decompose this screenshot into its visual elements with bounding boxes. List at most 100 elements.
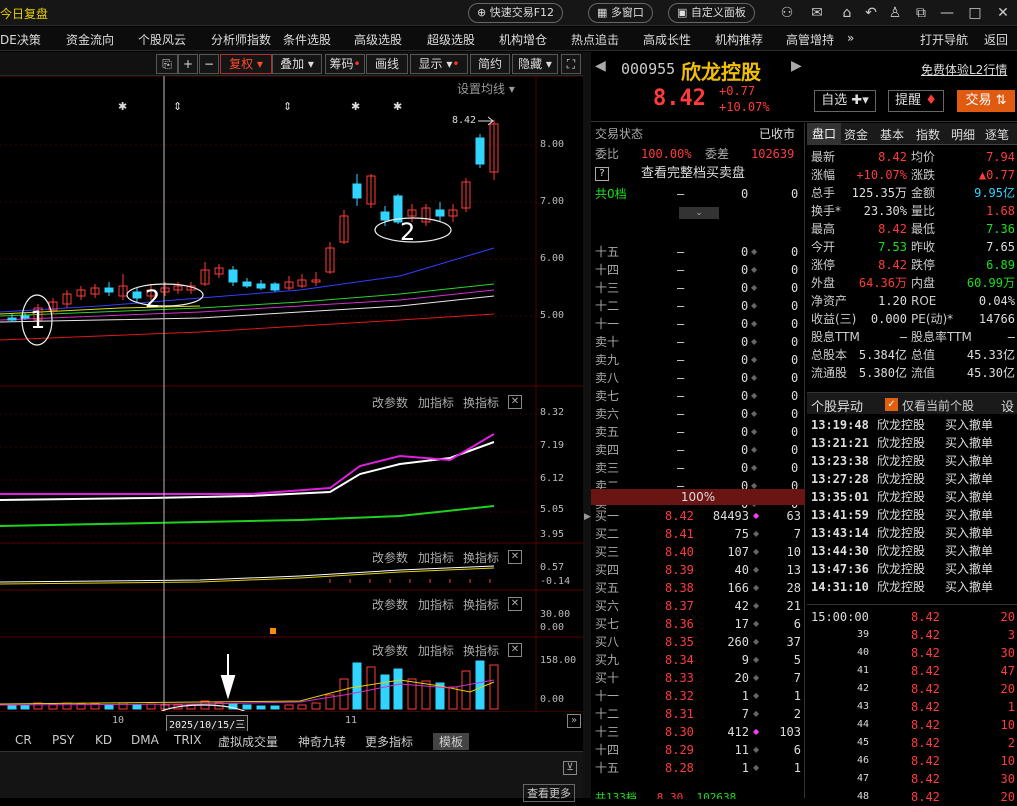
buy-level-row[interactable]: 买九 8.34 9 ◆ 5 (591, 651, 805, 669)
change-params-link[interactable]: 改参数 (372, 642, 408, 659)
view-more-button[interactable]: 查看更多 (523, 784, 575, 802)
sell-level-row[interactable]: 卖三 —0 ◆ 0 (591, 459, 805, 477)
sell-level-row[interactable]: 卖七 —0 ◆ 0 (591, 387, 805, 405)
sell-level-row[interactable]: 十四 —0 ◆ 0 (591, 261, 805, 279)
menu-item[interactable]: 条件选股 (283, 31, 331, 48)
mover-row[interactable]: 13:27:28 欣龙控股 买入撤单 (811, 470, 1017, 488)
prev-stock-icon[interactable]: ◀ (595, 58, 606, 74)
tab-detail[interactable]: 明细 (951, 126, 975, 143)
mail-icon[interactable]: ✉ (808, 4, 826, 22)
lock-icon[interactable]: ⎘ (156, 54, 178, 74)
menu-item[interactable]: 资金流向 (66, 31, 114, 48)
buy-level-row[interactable]: 买二 8.41 75 ◆ 7 (591, 525, 805, 543)
menu-item[interactable]: 返回 (984, 31, 1008, 48)
buy-level-row[interactable]: 十一 8.32 1 ◆ 1 (591, 687, 805, 705)
sell-level-row[interactable]: 卖五 —0 ◆ 0 (591, 423, 805, 441)
user-icon[interactable]: ⚇ (778, 4, 796, 22)
add-indicator-link[interactable]: 加指标 (418, 549, 454, 566)
splitter[interactable]: ▶ (583, 52, 591, 798)
sell-level-row[interactable]: 十三 —0 ◆ 0 (591, 279, 805, 297)
menu-item[interactable]: 热点追击 (571, 31, 619, 48)
help-icon[interactable]: ? (595, 167, 609, 181)
mover-row[interactable]: 13:23:38 欣龙控股 买入撤单 (811, 452, 1017, 470)
set-ma-link[interactable]: 设置均线 ▾ (457, 80, 515, 97)
add-indicator-link[interactable]: 加指标 (418, 394, 454, 411)
buy-level-row[interactable]: 买四 8.39 40 ◆ 13 (591, 561, 805, 579)
sell-level-row[interactable]: 十五 —0 ◆ 0 (591, 243, 805, 261)
restore-icon[interactable]: ⧉ (912, 4, 930, 22)
mover-row[interactable]: 14:31:10 欣龙控股 买入撤单 (811, 578, 1017, 596)
tab-template[interactable]: 模板 (433, 733, 470, 750)
sell-level-row[interactable]: 十二 —0 ◆ 0 (591, 297, 805, 315)
tab-dma[interactable]: DMA (131, 733, 159, 747)
remind-button[interactable]: 提醒 ♦ (888, 90, 944, 112)
tab-trix[interactable]: TRIX (174, 733, 201, 747)
mover-row[interactable]: 13:44:30 欣龙控股 买入撤单 (811, 542, 1017, 560)
multi-window-button[interactable]: ▦ 多窗口 (588, 3, 653, 23)
buy-level-row[interactable]: 买一 8.42 84493 ◆ 63 (591, 507, 805, 525)
maximize-icon[interactable]: □ (966, 4, 984, 22)
home-icon[interactable]: ⌂ (838, 4, 856, 22)
full-book-link[interactable]: 查看完整档买卖盘 (641, 165, 745, 183)
watchlist-button[interactable]: 自选 ✚▾ (814, 90, 876, 112)
fuquan-button[interactable]: 复权 ▾ (220, 54, 272, 74)
menu-more[interactable]: » (847, 31, 854, 45)
hide-button[interactable]: 隐藏 ▾ (512, 54, 558, 74)
menu-item[interactable]: DE决策 (0, 31, 41, 48)
menu-item[interactable]: 超级选股 (427, 31, 475, 48)
swap-indicator-link[interactable]: 换指标 (463, 394, 499, 411)
change-params-link[interactable]: 改参数 (372, 394, 408, 411)
tab-pankou[interactable]: 盘口 (807, 123, 841, 145)
sell-level-row[interactable]: 十一 —0 ◆ 0 (591, 315, 805, 333)
buy-level-row[interactable]: 买五 8.38 166 ◆ 28 (591, 579, 805, 597)
tab-basic[interactable]: 基本 (880, 126, 904, 143)
swap-indicator-link[interactable]: 换指标 (463, 549, 499, 566)
tab-psy[interactable]: PSY (52, 733, 74, 747)
buy-level-row[interactable]: 买八 8.35 260 ◆ 37 (591, 633, 805, 651)
menu-item[interactable]: 机构增仓 (499, 31, 547, 48)
buy-level-row[interactable]: 十五 8.28 1 ◆ 1 (591, 759, 805, 777)
sell-level-row[interactable]: 卖四 —0 ◆ 0 (591, 441, 805, 459)
menu-item[interactable]: 高成长性 (643, 31, 691, 48)
tab-kd[interactable]: KD (95, 733, 112, 747)
overlay-button[interactable]: 叠加 ▾ (272, 54, 322, 74)
zoom-in-icon[interactable]: + (178, 54, 198, 74)
skin-icon[interactable]: ♙ (886, 4, 904, 22)
minimize-icon[interactable]: — (938, 4, 956, 22)
close-panel-icon[interactable]: ✕ (508, 395, 522, 409)
buy-level-row[interactable]: 十三 8.30 412 ◆ 103 (591, 723, 805, 741)
menu-item[interactable]: 高级选股 (354, 31, 402, 48)
mover-row[interactable]: 13:43:14 欣龙控股 买入撤单 (811, 524, 1017, 542)
mover-row[interactable]: 13:41:59 欣龙控股 买入撤单 (811, 506, 1017, 524)
zoom-out-icon[interactable]: − (199, 54, 219, 74)
sell-level-row[interactable]: 卖九 —0 ◆ 0 (591, 351, 805, 369)
menu-item[interactable]: 打开导航 (920, 31, 968, 48)
custom-panel-button[interactable]: ▣ 自定义面板 (668, 3, 755, 23)
tab-tick[interactable]: 逐笔 (985, 126, 1009, 143)
mover-row[interactable]: 13:47:36 欣龙控股 买入撤单 (811, 560, 1017, 578)
scroll-right-icon[interactable]: » (567, 714, 581, 728)
sell-level-row[interactable]: 卖八 —0 ◆ 0 (591, 369, 805, 387)
fullscreen-icon[interactable]: ⛶ (561, 54, 581, 74)
back-icon[interactable]: ↶ (862, 4, 880, 22)
collapse-icon[interactable]: ⌄ (679, 207, 719, 219)
buy-level-row[interactable]: 十二 8.31 7 ◆ 2 (591, 705, 805, 723)
tab-virtual-volume[interactable]: 虚拟成交量 (218, 733, 278, 750)
trade-button[interactable]: 交易 ⇅ (957, 90, 1015, 112)
add-indicator-link[interactable]: 加指标 (418, 642, 454, 659)
collapse-panel-icon[interactable]: ⊻ (563, 761, 577, 775)
tab-more-indicators[interactable]: 更多指标 (365, 733, 413, 750)
tab-funds[interactable]: 资金 (844, 126, 868, 143)
mover-row[interactable]: 13:35:01 欣龙控股 买入撤单 (811, 488, 1017, 506)
close-panel-icon[interactable]: ✕ (508, 643, 522, 657)
buy-level-row[interactable]: 买十 8.33 20 ◆ 7 (591, 669, 805, 687)
add-indicator-link[interactable]: 加指标 (418, 596, 454, 613)
tab-magic-nine[interactable]: 神奇九转 (298, 733, 346, 750)
menu-item[interactable]: 个股风云 (138, 31, 186, 48)
next-stock-icon[interactable]: ▶ (791, 58, 802, 74)
menu-item[interactable]: 机构推荐 (715, 31, 763, 48)
chips-button[interactable]: 筹码• (325, 54, 365, 74)
close-icon[interactable]: ✕ (994, 4, 1012, 22)
change-params-link[interactable]: 改参数 (372, 596, 408, 613)
sell-level-row[interactable]: 卖十 —0 ◆ 0 (591, 333, 805, 351)
